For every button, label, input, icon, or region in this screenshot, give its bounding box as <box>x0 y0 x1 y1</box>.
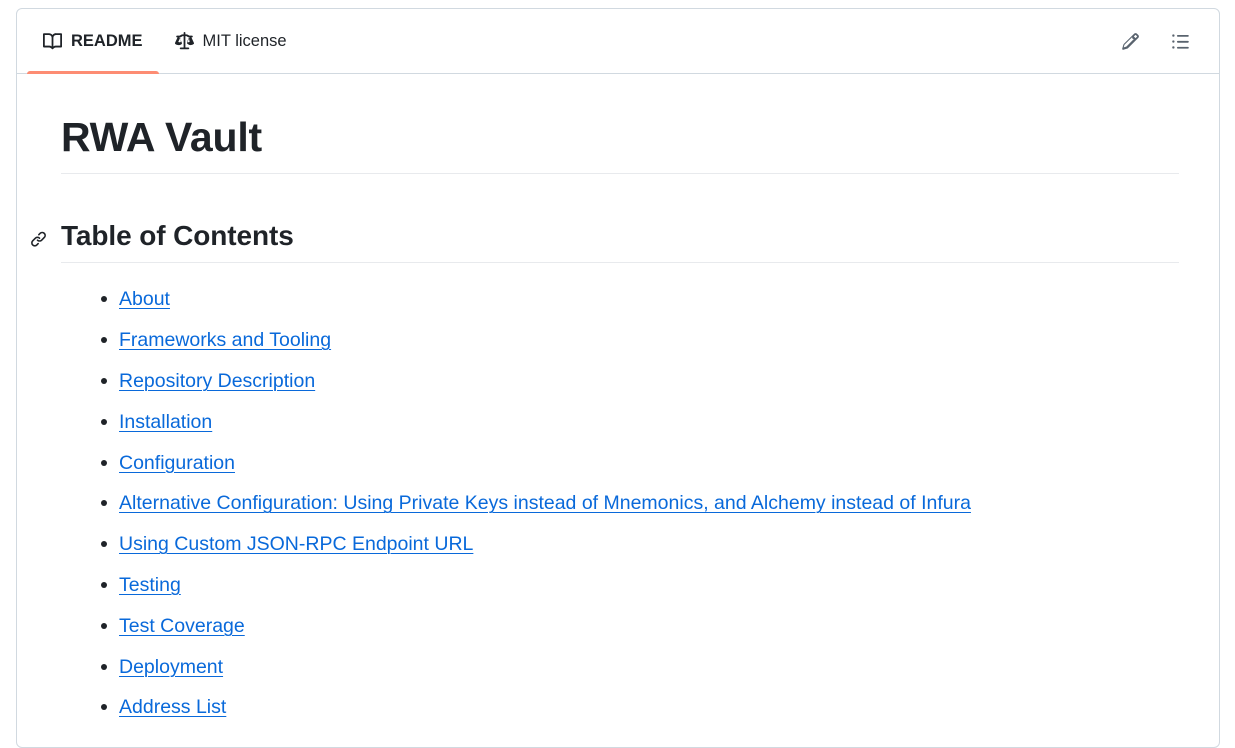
law-scales-icon <box>174 31 194 51</box>
toc-link-about[interactable]: About <box>119 288 170 310</box>
toc-link-frameworks-and-tooling[interactable]: Frameworks and Tooling <box>119 329 331 351</box>
list-unordered-icon[interactable] <box>1165 26 1195 56</box>
toc-link-alternative-configuration[interactable]: Alternative Configuration: Using Private… <box>119 492 971 514</box>
list-item: Configuration <box>101 450 1179 476</box>
list-item: Deployment <box>101 654 1179 680</box>
toc-link-configuration[interactable]: Configuration <box>119 452 235 474</box>
markdown-content: RWA Vault Table of Contents About Framew… <box>17 74 1219 721</box>
readme-panel: README MIT license RWA Vault Table of Co… <box>16 8 1220 748</box>
toc-link-deployment[interactable]: Deployment <box>119 656 223 678</box>
list-item: Address List <box>101 694 1179 720</box>
link-icon[interactable] <box>30 231 47 248</box>
pencil-icon[interactable] <box>1115 26 1145 56</box>
list-item: About <box>101 286 1179 312</box>
toc-link-address-list[interactable]: Address List <box>119 696 226 718</box>
list-item: Repository Description <box>101 368 1179 394</box>
toc-link-testing[interactable]: Testing <box>119 574 181 596</box>
file-tab-bar: README MIT license <box>17 9 1219 74</box>
tab-actions <box>1115 26 1209 56</box>
toc-link-test-coverage[interactable]: Test Coverage <box>119 615 245 637</box>
list-item: Testing <box>101 572 1179 598</box>
page-title: RWA Vault <box>61 112 1179 175</box>
tab-readme[interactable]: README <box>27 9 159 74</box>
toc-link-custom-json-rpc-endpoint-url[interactable]: Using Custom JSON-RPC Endpoint URL <box>119 533 473 555</box>
list-item: Using Custom JSON-RPC Endpoint URL <box>101 531 1179 557</box>
tab-mit-license[interactable]: MIT license <box>159 9 303 73</box>
toc-link-repository-description[interactable]: Repository Description <box>119 370 315 392</box>
list-item: Test Coverage <box>101 613 1179 639</box>
toc-link-installation[interactable]: Installation <box>119 411 212 433</box>
list-item: Alternative Configuration: Using Private… <box>101 490 1179 516</box>
tab-readme-label: README <box>71 31 143 50</box>
toc-heading: Table of Contents <box>61 220 294 252</box>
book-icon <box>43 32 62 51</box>
tab-mit-license-label: MIT license <box>202 31 287 50</box>
toc-list: About Frameworks and Tooling Repository … <box>61 286 1179 720</box>
list-item: Installation <box>101 409 1179 435</box>
list-item: Frameworks and Tooling <box>101 327 1179 353</box>
toc-heading-row: Table of Contents <box>31 218 1179 264</box>
